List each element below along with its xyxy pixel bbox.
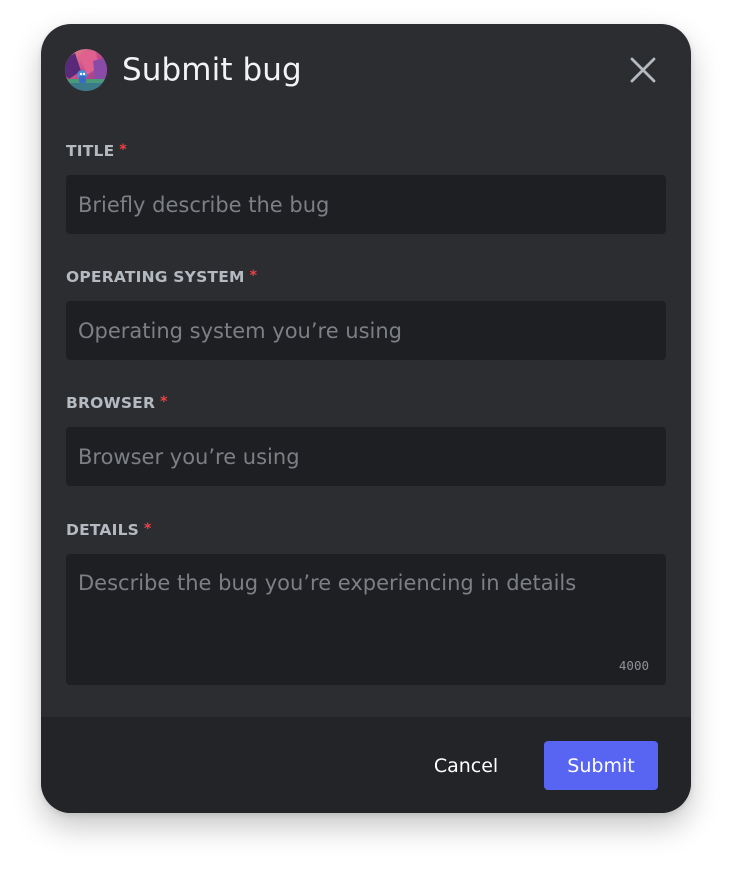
- operating-system-label: OPERATING SYSTEM *: [66, 266, 257, 286]
- details-label: DETAILS *: [66, 519, 152, 539]
- submit-bug-modal: Submit bug TITLE* OPERATING SYSTEM* BROW…: [41, 24, 691, 813]
- details-textarea[interactable]: [66, 554, 666, 685]
- title-input[interactable]: [66, 175, 666, 234]
- required-indicator: *: [160, 394, 168, 410]
- browser-label-text: BROWSER: [66, 394, 156, 412]
- cancel-button[interactable]: Cancel: [417, 741, 515, 791]
- submit-button[interactable]: Submit: [544, 741, 658, 790]
- browser-label: BROWSER *: [66, 392, 168, 412]
- close-icon[interactable]: [629, 56, 657, 84]
- details-label-text: DETAILS: [66, 521, 140, 539]
- character-limit: 4000: [618, 658, 649, 673]
- modal-title: Submit bug: [122, 52, 302, 88]
- details-field: 4000: [66, 554, 666, 685]
- operating-system-input[interactable]: [66, 301, 666, 360]
- operating-system-label-text: OPERATING SYSTEM: [66, 268, 245, 286]
- required-indicator: *: [119, 142, 127, 158]
- modal-footer: Cancel Submit: [41, 717, 691, 813]
- title-label-text: TITLE: [66, 142, 115, 160]
- title-label: TITLE *: [66, 140, 127, 160]
- browser-input[interactable]: [66, 427, 666, 486]
- required-indicator: *: [144, 521, 152, 537]
- avatar-icon: [65, 49, 107, 91]
- required-indicator: *: [249, 268, 258, 284]
- modal-header: Submit bug: [41, 24, 691, 116]
